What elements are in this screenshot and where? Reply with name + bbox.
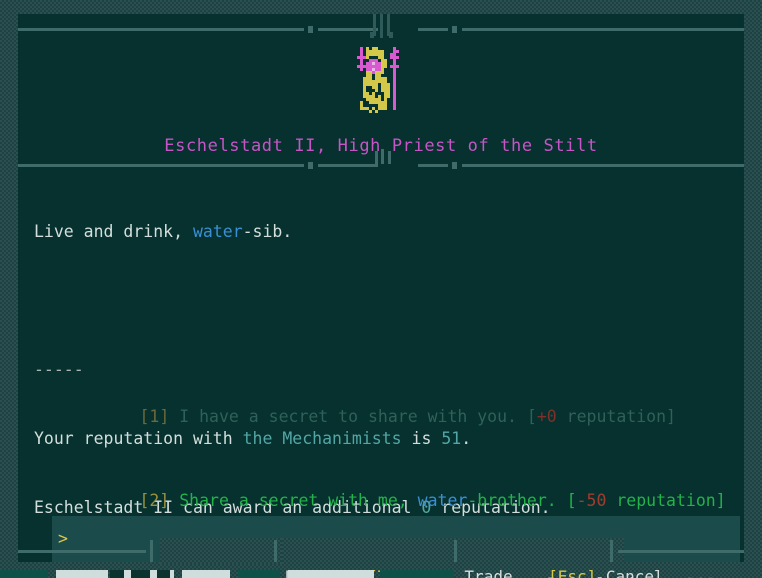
game-screen: Eschelstadt II, High Priest of the Stilt… (0, 0, 762, 578)
status-seg-2 (110, 570, 172, 578)
option-2-segment-1: water (417, 491, 468, 510)
top-ornament-stem-mid (380, 14, 383, 38)
option-2-segment-4: -50 (576, 491, 607, 510)
option-1-segment-2: +0 (536, 407, 557, 426)
status-seg-0 (0, 570, 48, 578)
mid-rule-center (318, 164, 378, 167)
mid-rule-left (18, 164, 304, 167)
status-seg-7 (238, 570, 280, 578)
option-2-segment-0: Share a secret with me, (179, 491, 418, 510)
cancel-button[interactable]: [Esc] Cancel (462, 538, 664, 578)
status-seg-8 (288, 570, 374, 578)
option-1-segment-3: reputation] (556, 407, 676, 426)
option-2-segment-5: reputation] (606, 491, 726, 510)
mid-ornament-tick-mid (381, 149, 384, 164)
npc-portrait (18, 44, 744, 132)
dialogue-option-1[interactable]: [1] I have a secret to share with you. [… (34, 348, 734, 426)
status-seg-6 (182, 570, 230, 578)
dialogue-option-2[interactable]: [2] Share a secret with me, water-brothe… (34, 432, 734, 510)
top-ornament-foot-left (370, 32, 374, 38)
option-key-2: [2] (139, 491, 180, 510)
mid-ornament-tick-right (388, 151, 391, 164)
top-rule-left (18, 28, 304, 31)
look-button[interactable]: [L] Look (160, 538, 323, 578)
option-text-2: Share a secret with me, water-brother. [… (179, 491, 725, 510)
top-rule-nub-left (308, 26, 313, 33)
status-seg-3 (124, 570, 131, 578)
humanoid-priest-sprite (351, 44, 411, 128)
option-2-segment-3: [ (566, 491, 577, 510)
top-ornament-foot-right (389, 32, 393, 38)
mid-rule-right (462, 164, 744, 167)
cmdbar-sep-right (610, 540, 613, 562)
top-rule-right (462, 28, 744, 31)
cmdbar-sep-2 (454, 540, 457, 562)
mid-rule-center-2 (418, 164, 448, 167)
mid-ornament-tick-left (375, 151, 378, 164)
top-rule-center (318, 28, 378, 31)
greeting-water-keyword: water (192, 222, 243, 241)
mid-rule-nub-left (308, 162, 313, 169)
option-text-1: I have a secret to share with you. [+0 r… (179, 407, 676, 426)
greeting-line: Live and drink, water-sib. (34, 220, 734, 243)
cmdbar-sep-1 (274, 540, 277, 562)
cmdbar-sep-left (150, 540, 153, 562)
status-strip-clipped (0, 570, 762, 578)
cmdbar-rule-left (18, 550, 146, 553)
top-rule-nub-right (452, 26, 457, 33)
conversation-panel: Eschelstadt II, High Priest of the Stilt… (18, 14, 762, 578)
option-2-segment-2: -brother. (467, 491, 567, 510)
status-seg-5 (170, 570, 174, 578)
greeting-post: -sib. (242, 222, 293, 241)
cmdbar-rule-right (618, 550, 744, 553)
top-rule-center-2 (418, 28, 448, 31)
trade-button[interactable]: [Tab] [T] Trade (282, 538, 513, 578)
status-seg-4 (150, 570, 157, 578)
option-key-1: [1] (139, 407, 180, 426)
status-seg-1 (56, 570, 108, 578)
greeting-pre: Live and drink, (34, 222, 193, 241)
mid-rule-nub-right (452, 162, 457, 169)
option-1-segment-0: I have a secret to share with you. (179, 407, 527, 426)
status-seg-9 (380, 570, 454, 578)
command-bar: [L] Look [Tab] [T] Trade [Esc] Cancel (18, 538, 744, 578)
option-1-segment-1: [ (526, 407, 537, 426)
